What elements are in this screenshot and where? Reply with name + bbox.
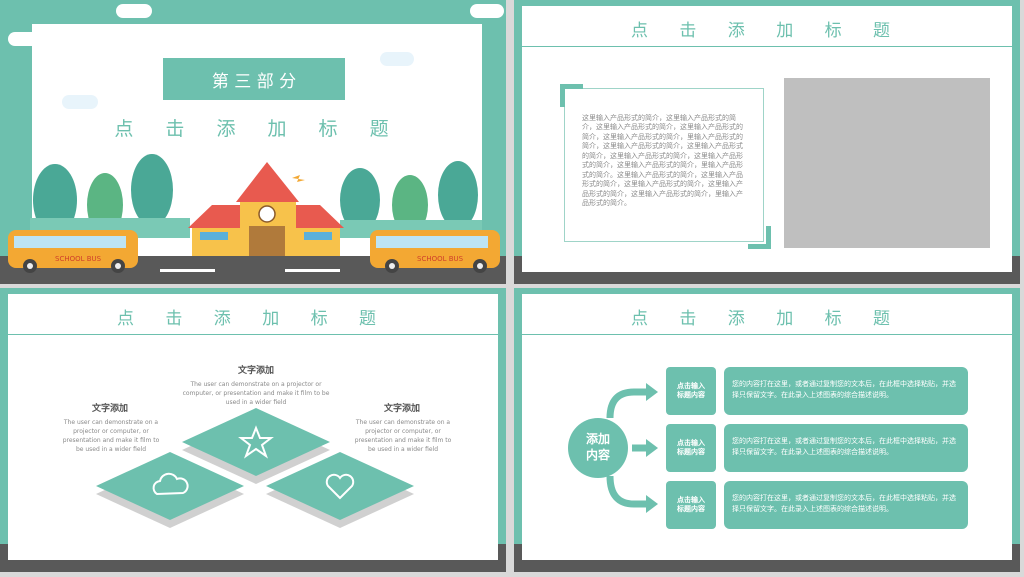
diamond-star — [182, 408, 330, 476]
row-2-content[interactable]: 您的内容打在这里，或者通过复制您的文本后，在此框中选择粘贴，并选择只保留文字。在… — [724, 424, 968, 472]
school-bus-icon — [370, 230, 500, 273]
school-bus-icon — [8, 230, 138, 273]
text-block-1-heading[interactable]: 文字添加 — [60, 401, 160, 414]
row-1-label[interactable]: 点击输入 标题内容 — [666, 367, 716, 415]
row-3-label[interactable]: 点击输入 标题内容 — [666, 481, 716, 529]
text-block-2-heading[interactable]: 文字添加 — [206, 363, 306, 376]
image-placeholder[interactable] — [784, 78, 990, 248]
row-1-content[interactable]: 您的内容打在这里，或者通过复制您的文本后，在此框中选择粘贴，并选择只保留文字。在… — [724, 367, 968, 415]
school-scene — [8, 154, 500, 273]
slide-1[interactable]: 第 三 部 分 点 击 添 加 标 题 SCHOOL BUS SCHOOL BU… — [0, 0, 506, 284]
product-description[interactable]: 这里输入产品形式的简介，这里输入产品形式的简介，这里输入产品形式的简介，这里输入… — [582, 114, 746, 208]
row-2-label-text: 点击输入 标题内容 — [677, 438, 705, 456]
school-icon — [188, 162, 344, 256]
center-label[interactable]: 添加 内容 — [574, 432, 622, 463]
bus-label: SCHOOL BUS — [55, 255, 102, 263]
frame-corner — [748, 226, 771, 249]
text-block-3-heading[interactable]: 文字添加 — [352, 401, 452, 414]
title-divider — [522, 46, 1012, 47]
row-3-label-text: 点击输入 标题内容 — [677, 495, 705, 513]
slide-2[interactable]: 点 击 添 加 标 题 这里输入产品形式的简介，这里输入产品形式的简介，这里输入… — [514, 0, 1020, 284]
bus-label: SCHOOL BUS — [417, 255, 464, 263]
slide-4[interactable]: 点 击 添 加 标 题 添加 内容 点击输入 标题内容 您的内容打在这里，或者通… — [514, 288, 1020, 572]
text-block-1-body[interactable]: The user can demonstrate on a projector … — [62, 418, 160, 454]
slide-2-title[interactable]: 点 击 添 加 标 题 — [514, 16, 1020, 41]
row-1-label-text: 点击输入 标题内容 — [677, 381, 705, 399]
tree-icon — [30, 154, 190, 238]
text-block-2-body[interactable]: The user can demonstrate on a projector … — [182, 380, 330, 407]
frame-corner — [560, 84, 583, 107]
row-2-label[interactable]: 点击输入 标题内容 — [666, 424, 716, 472]
row-3-content[interactable]: 您的内容打在这里，或者通过复制您的文本后，在此框中选择粘贴，并选择只保留文字。在… — [724, 481, 968, 529]
text-block-3-body[interactable]: The user can demonstrate on a projector … — [354, 418, 452, 454]
tree-icon — [340, 161, 482, 238]
slide-3[interactable]: 点 击 添 加 标 题 文字添加 The user can demonstrat… — [0, 288, 506, 572]
